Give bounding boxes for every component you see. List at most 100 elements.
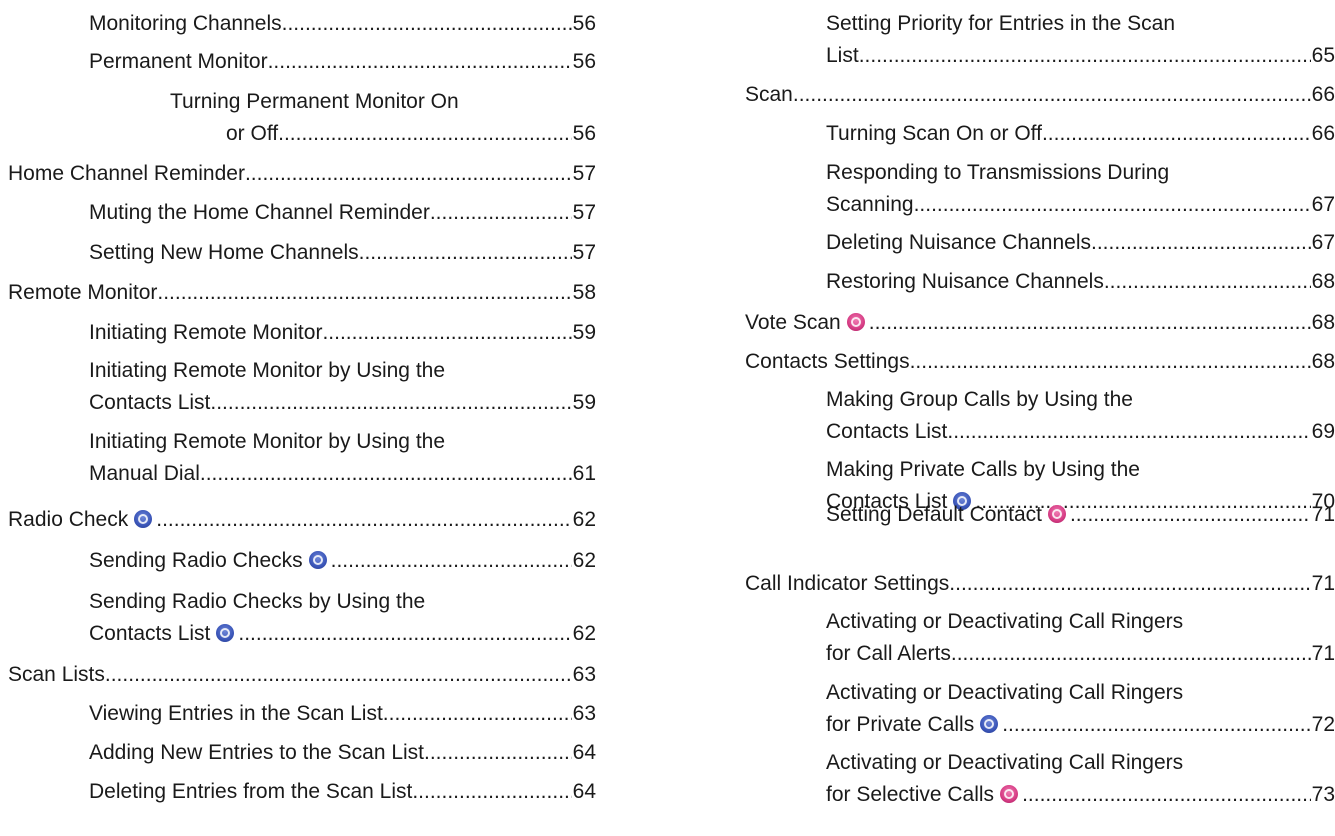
page-number: 64 xyxy=(572,780,596,803)
dot-leader xyxy=(951,638,1311,670)
digital-mode-icon xyxy=(216,624,235,642)
dot-leader xyxy=(412,776,571,808)
toc-entry-title: Turning Scan On or Off xyxy=(826,122,1042,145)
toc-entry[interactable]: Activating or Deactivating Call Ringers f… xyxy=(826,747,1335,811)
page-number: 68 xyxy=(1311,270,1335,293)
toc-entry-title: Vote Scan xyxy=(745,311,841,334)
toc-entry[interactable]: Sending Radio Checks by Using the Contact… xyxy=(89,586,596,650)
toc-entry-title: Home Channel Reminder xyxy=(8,162,245,185)
toc-entry-title: Call Indicator Settings xyxy=(745,572,950,595)
toc-entry[interactable]: Contacts Settings 68 xyxy=(745,346,1335,378)
toc-entry[interactable]: Remote Monitor 58 xyxy=(8,277,596,309)
toc-entry[interactable]: Initiating Remote Monitor by Using the Co… xyxy=(89,355,596,419)
toc-entry-title: Deleting Nuisance Channels xyxy=(826,231,1091,254)
toc-entry[interactable]: Sending Radio Checks 62 xyxy=(89,545,596,577)
page-number: 57 xyxy=(572,241,596,264)
toc-entry-title: Scan xyxy=(745,83,793,106)
page-number: 64 xyxy=(572,741,596,764)
dot-leader xyxy=(210,387,571,419)
page-number: 61 xyxy=(572,462,596,485)
dot-leader xyxy=(1091,227,1311,259)
toc-entry[interactable]: Deleting Nuisance Channels 67 xyxy=(826,227,1335,259)
dot-leader xyxy=(268,46,572,78)
page-number: 56 xyxy=(572,50,596,73)
dot-leader xyxy=(949,568,1310,600)
page-number: 63 xyxy=(572,663,596,686)
toc-entry[interactable]: Restoring Nuisance Channels 68 xyxy=(826,266,1335,298)
toc-entry[interactable]: Scan Lists 63 xyxy=(8,659,596,691)
dot-leader xyxy=(156,504,571,536)
toc-entry-title: Making Private Calls by Using the xyxy=(826,458,1140,481)
toc-entry[interactable]: Setting Priority for Entries in the Scan… xyxy=(826,8,1335,72)
toc-entry-title: Adding New Entries to the Scan List xyxy=(89,741,425,764)
toc-entry[interactable]: Call Indicator Settings 71 xyxy=(745,568,1335,600)
dot-leader xyxy=(430,197,572,229)
page-number: 59 xyxy=(572,321,596,344)
toc-entry[interactable]: Activating or Deactivating Call Ringers f… xyxy=(826,677,1335,741)
toc-entry-title: Initiating Remote Monitor by Using the xyxy=(89,430,446,453)
toc-entry-title: Sending Radio Checks by Using the xyxy=(89,590,426,613)
toc-entry[interactable]: Vote Scan 68 xyxy=(745,307,1335,339)
dot-leader xyxy=(331,545,572,577)
toc-entry-title: Muting the Home Channel Reminder xyxy=(89,201,430,224)
toc-entry[interactable]: Radio Check 62 xyxy=(8,504,596,536)
page-number: 69 xyxy=(1311,420,1335,443)
toc-entry-title: Manual Dial xyxy=(89,462,200,485)
toc-entry[interactable]: Responding to Transmissions During Scanni… xyxy=(826,157,1335,221)
toc-entry-title: Remote Monitor xyxy=(8,281,158,304)
toc-entry-title: Activating or Deactivating Call Ringers xyxy=(826,751,1184,774)
toc-entry-title: for Call Alerts xyxy=(826,642,951,665)
toc-entry[interactable]: Initiating Remote Monitor 59 xyxy=(89,317,596,349)
toc-entry[interactable]: Scan 66 xyxy=(745,79,1335,111)
toc-entry-title: for Selective Calls xyxy=(826,783,995,806)
dot-leader xyxy=(424,737,572,769)
toc-entry[interactable]: Deleting Entries from the Scan List 64 xyxy=(89,776,596,808)
dot-leader xyxy=(1070,499,1311,531)
dot-leader xyxy=(238,618,571,650)
dot-leader xyxy=(1042,118,1311,150)
dot-leader xyxy=(105,659,572,691)
toc-entry-title: Deleting Entries from the Scan List xyxy=(89,780,413,803)
toc-entry[interactable]: Setting Default Contact 71 xyxy=(826,499,1335,531)
dot-leader xyxy=(1022,779,1311,811)
toc-entry[interactable]: Viewing Entries in the Scan List 63 xyxy=(89,698,596,730)
toc-entry-title: Responding to Transmissions During xyxy=(826,161,1170,184)
dot-leader xyxy=(869,307,1311,339)
dot-leader xyxy=(200,458,572,490)
toc-entry-title: Setting Priority for Entries in the Scan xyxy=(826,12,1175,35)
toc-entry-title: or Off xyxy=(226,122,279,145)
dot-leader xyxy=(910,346,1311,378)
toc-entry-title: Radio Check xyxy=(8,508,129,531)
toc-entry[interactable]: Adding New Entries to the Scan List 64 xyxy=(89,737,596,769)
toc-entry-title: Initiating Remote Monitor xyxy=(89,321,323,344)
page-number: 66 xyxy=(1311,122,1335,145)
page-number: 72 xyxy=(1311,713,1335,736)
toc-entry[interactable]: Permanent Monitor 56 xyxy=(89,46,596,78)
dot-leader xyxy=(157,277,571,309)
page-number: 62 xyxy=(572,549,596,572)
toc-entry[interactable]: Monitoring Channels 56 xyxy=(89,8,596,40)
toc-entry-title: Activating or Deactivating Call Ringers xyxy=(826,610,1184,633)
toc-entry-title: Setting Default Contact xyxy=(826,503,1042,526)
dot-leader xyxy=(947,416,1310,448)
toc-entry[interactable]: Making Group Calls by Using the Contacts … xyxy=(826,384,1335,448)
dot-leader xyxy=(793,79,1311,111)
toc-entry[interactable]: Initiating Remote Monitor by Using the Ma… xyxy=(89,426,596,490)
toc-entry-title: Contacts List xyxy=(89,391,211,414)
page-number: 67 xyxy=(1311,193,1335,216)
toc-entry-title: Permanent Monitor xyxy=(89,50,268,73)
toc-entry-title: Initiating Remote Monitor by Using the xyxy=(89,359,446,382)
toc-entry-title: Setting New Home Channels xyxy=(89,241,359,264)
toc-entry[interactable]: Turning Scan On or Off 66 xyxy=(826,118,1335,150)
dot-leader xyxy=(245,158,572,190)
dot-leader xyxy=(383,698,572,730)
toc-entry[interactable]: Turning Permanent Monitor On or Off 56 xyxy=(170,86,596,150)
toc-entry-title: Viewing Entries in the Scan List xyxy=(89,702,383,725)
toc-entry[interactable]: Muting the Home Channel Reminder 57 xyxy=(89,197,596,229)
toc-entry[interactable]: Home Channel Reminder 57 xyxy=(8,158,596,190)
page-number: 67 xyxy=(1311,231,1335,254)
page-number: 63 xyxy=(572,702,596,725)
page-number: 62 xyxy=(572,622,596,645)
toc-entry[interactable]: Setting New Home Channels 57 xyxy=(89,237,596,269)
toc-entry[interactable]: Activating or Deactivating Call Ringers f… xyxy=(826,606,1335,670)
